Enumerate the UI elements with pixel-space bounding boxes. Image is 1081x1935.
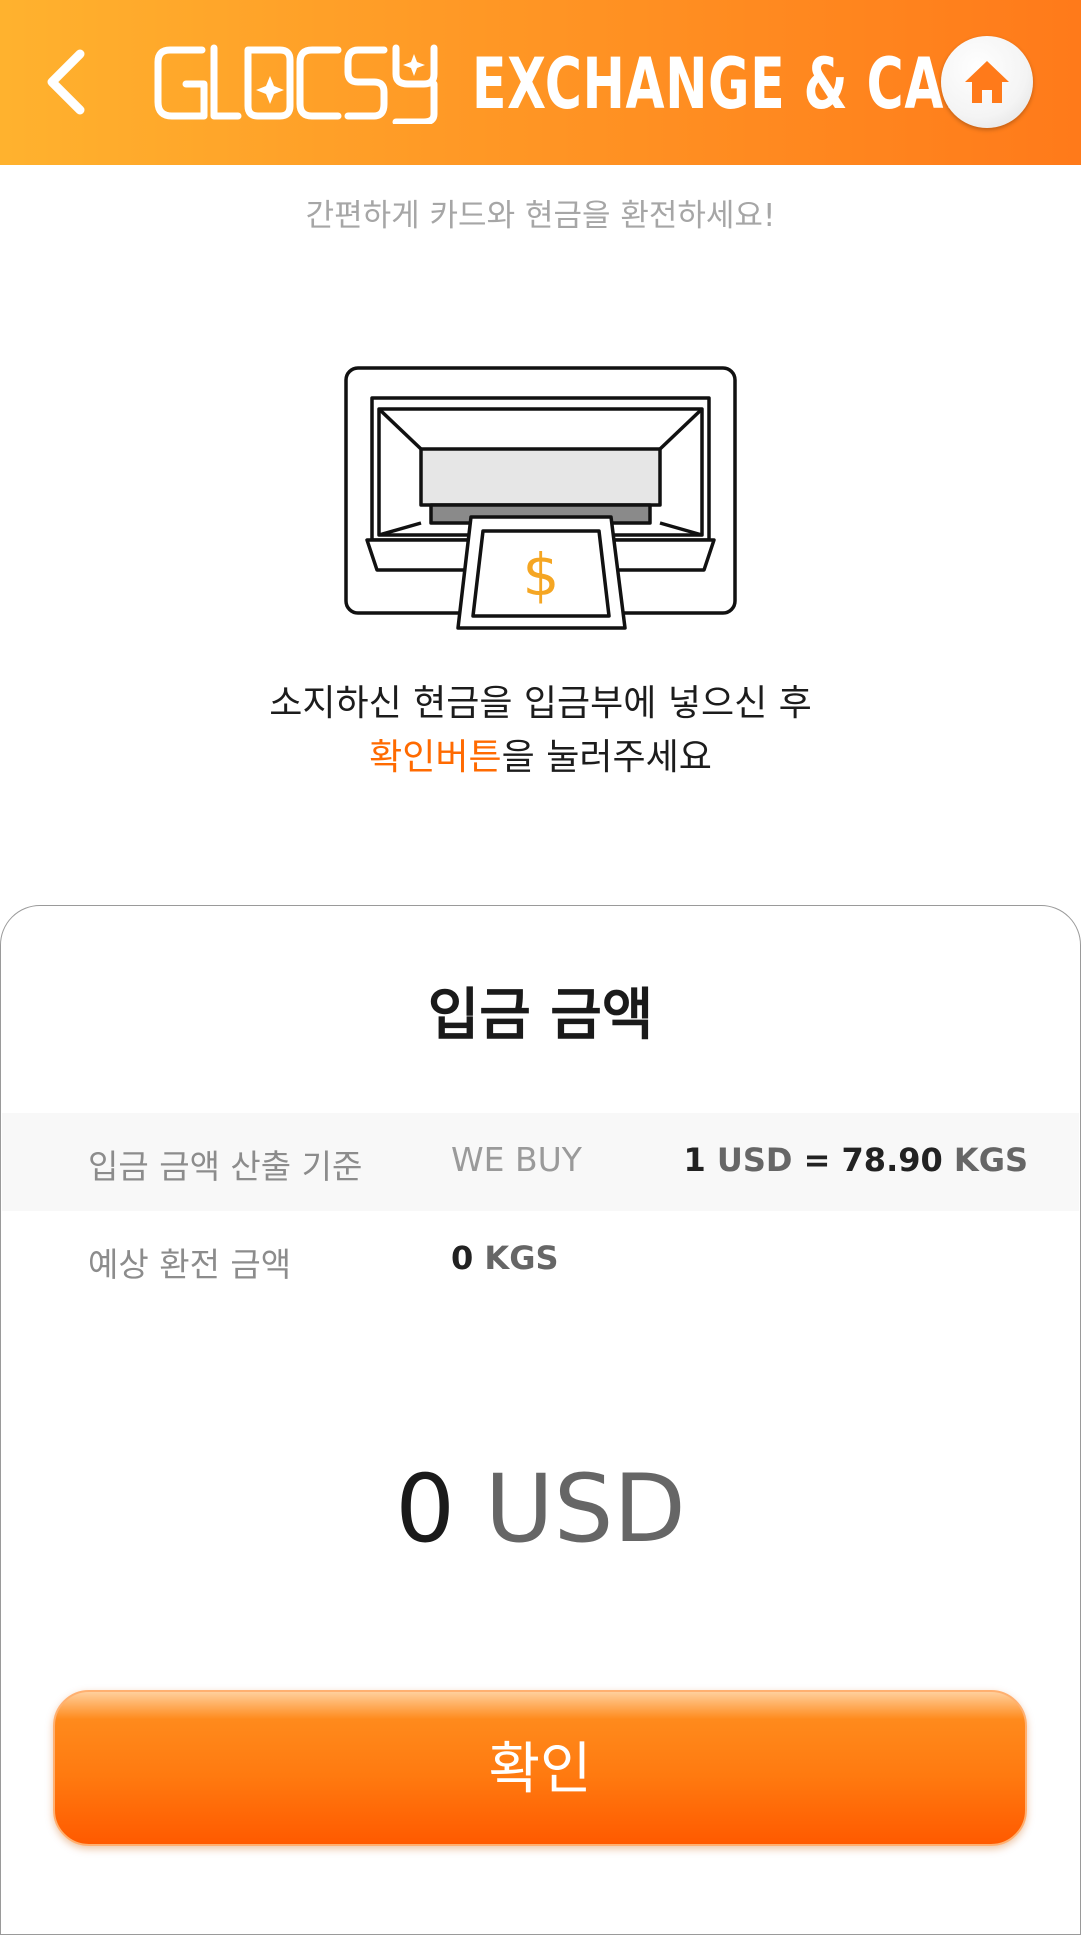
- rate-value-unit-usd: USD: [716, 1141, 793, 1179]
- home-button[interactable]: [941, 36, 1033, 128]
- home-icon: [965, 61, 1009, 103]
- expected-label: 예상 환전 금액: [88, 1245, 292, 1284]
- confirm-button-label: 확인: [488, 1737, 592, 1802]
- back-button[interactable]: [38, 42, 98, 122]
- instruction-line-2: 확인버튼을 눌러주세요: [0, 731, 1081, 785]
- glocsy-logo: [154, 44, 438, 124]
- rate-value: 1 USD = 78.90 KGS: [683, 1141, 1028, 1179]
- rate-value-unit-kgs: KGS: [953, 1141, 1028, 1179]
- expected-value: 0 KGS: [451, 1239, 559, 1277]
- rate-label: 입금 금액 산출 기준: [88, 1147, 363, 1186]
- cash-deposit-slot-icon: $: [344, 366, 737, 630]
- app-header: EXCHANGE & CARD: [0, 0, 1081, 165]
- expected-value-unit: KGS: [484, 1239, 559, 1277]
- deposit-amount-number: 0: [395, 1455, 456, 1564]
- rate-value-prefix: 1: [683, 1141, 717, 1179]
- rate-mode: WE BUY: [451, 1140, 582, 1179]
- panel-title: 입금 금액: [427, 983, 654, 1048]
- deposit-amount-currency: USD: [484, 1455, 686, 1564]
- expected-value-number: 0: [451, 1239, 485, 1277]
- confirm-button[interactable]: 확인: [53, 1690, 1027, 1846]
- deposit-amount-space: [455, 1455, 485, 1564]
- deposit-amount: 0 USD: [0, 1450, 1081, 1570]
- instruction-line-1: 소지하신 현금을 입금부에 넣으신 후: [269, 683, 812, 724]
- instruction-accent: 확인버튼: [369, 737, 502, 778]
- chevron-left-icon: [47, 49, 85, 115]
- deposit-instruction: 소지하신 현금을 입금부에 넣으신 후 확인버튼을 눌러주세요: [0, 677, 1081, 785]
- rate-value-number: = 78.90: [792, 1141, 954, 1179]
- instruction-rest: 을 눌러주세요: [501, 737, 712, 778]
- page-subtitle: 간편하게 카드와 현금을 환전하세요!: [305, 198, 776, 234]
- svg-text:$: $: [523, 541, 560, 609]
